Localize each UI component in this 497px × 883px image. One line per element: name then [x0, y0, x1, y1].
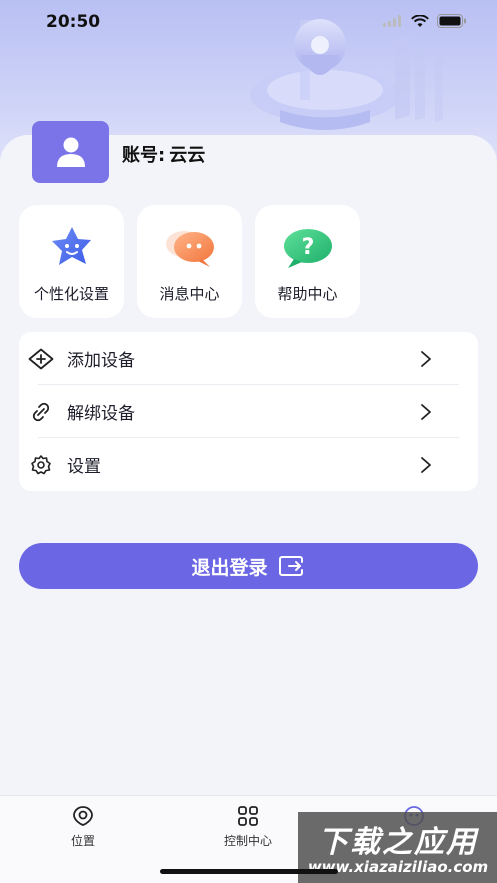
account-name: 云云	[169, 145, 206, 166]
tab-label: 控制中心	[223, 834, 272, 848]
tab-control-center[interactable]: 控制中心	[188, 804, 308, 849]
chevron-right-icon	[421, 403, 431, 420]
status-bar: 20:50	[0, 0, 497, 46]
help-bubble-icon: ?	[283, 229, 332, 268]
logout-icon	[278, 556, 303, 576]
grid-icon	[236, 804, 260, 828]
battery-icon	[437, 14, 466, 28]
tile-label: 帮助中心	[277, 285, 338, 303]
menu-item-label: 解绑设备	[67, 404, 135, 424]
menu-item-label: 添加设备	[67, 351, 135, 371]
status-time: 20:50	[46, 12, 101, 32]
tile-personalization[interactable]: 个性化设置	[19, 205, 124, 318]
tile-message-center[interactable]: 消息中心	[137, 205, 242, 318]
tile-label: 消息中心	[159, 285, 220, 303]
account-label: 账号:	[122, 145, 166, 166]
chevron-right-icon	[421, 456, 431, 473]
location-eye-icon	[71, 804, 95, 828]
chevron-right-icon	[421, 350, 431, 367]
settings-icon	[27, 451, 55, 479]
avatar[interactable]	[32, 121, 109, 183]
signal-icon	[383, 15, 401, 27]
tile-help-center[interactable]: ? 帮助中心	[255, 205, 360, 318]
unlink-icon	[27, 398, 55, 426]
chat-bubble-icon	[165, 231, 214, 267]
user-icon	[56, 137, 85, 167]
logout-button[interactable]: 退出登录	[19, 543, 478, 589]
menu-item-settings[interactable]: 设置	[19, 438, 440, 491]
account-info: 账号: 云云	[122, 141, 205, 167]
star-mascot-icon	[51, 227, 91, 265]
svg-text:?: ?	[301, 235, 314, 260]
logout-label: 退出登录	[191, 556, 268, 579]
tab-location[interactable]: 位置	[23, 804, 143, 849]
menu-item-add-device[interactable]: 添加设备	[19, 332, 440, 385]
svg-text:下载之应用: 下载之应用	[318, 825, 480, 860]
tab-label: 位置	[70, 834, 95, 848]
wifi-icon	[411, 14, 429, 27]
home-indicator	[160, 869, 338, 874]
menu-item-label: 设置	[67, 457, 101, 477]
add-device-icon	[27, 345, 55, 373]
menu-item-unbind-device[interactable]: 解绑设备	[19, 385, 440, 438]
tile-label: 个性化设置	[33, 285, 109, 303]
